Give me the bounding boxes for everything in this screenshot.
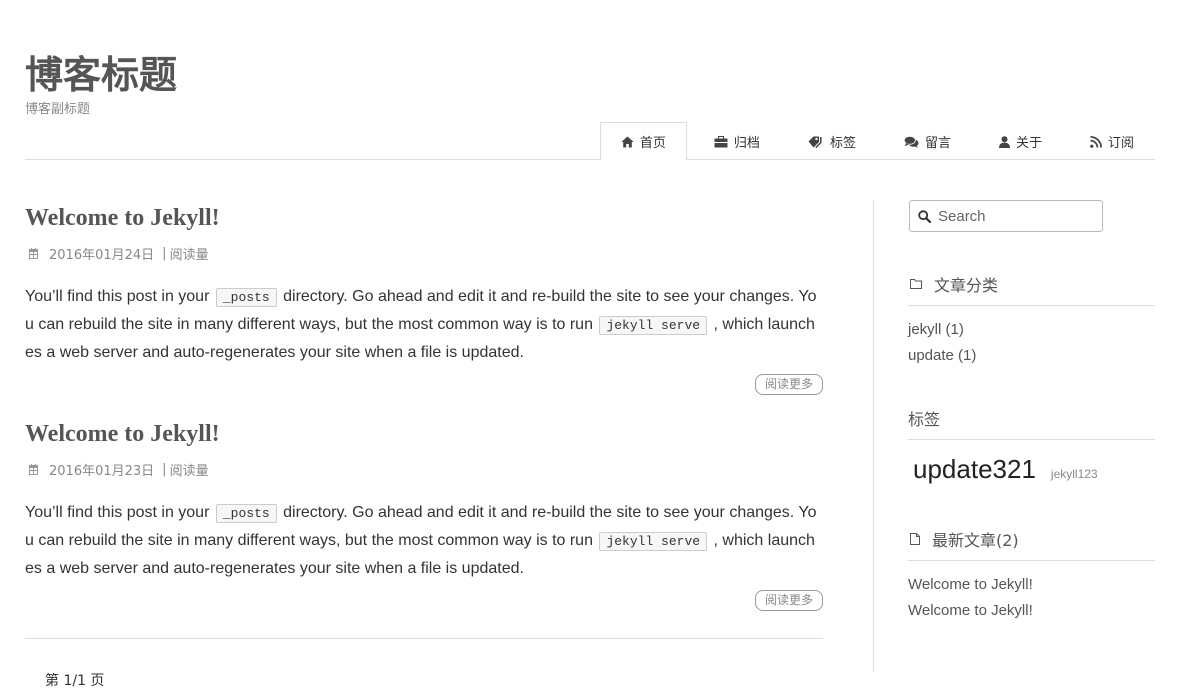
nav-tab-about[interactable]: 关于 (978, 122, 1063, 160)
post-excerpt: You’ll find this post in your _posts dir… (25, 499, 823, 582)
meta-separator: | (162, 245, 167, 261)
read-more-row: 阅读更多 (25, 590, 823, 611)
post-list: Welcome to Jekyll! 2016年01月24日 | 阅读量 You… (25, 200, 823, 630)
post-views-label: 阅读量 (169, 463, 209, 479)
pagination-label: 第 1/1 页 (45, 673, 105, 689)
recent-post-link[interactable]: Welcome to Jekyll! (908, 602, 1033, 619)
briefcase-icon (714, 135, 728, 148)
nav-tab-comments[interactable]: 留言 (883, 122, 972, 160)
post-meta: 2016年01月24日 | 阅读量 (25, 243, 823, 263)
widget-title: 最新文章(2) (908, 527, 1155, 561)
comments-icon (903, 135, 919, 148)
tag-cloud: update321 jekyll123 (908, 451, 1155, 487)
rss-icon (1090, 135, 1102, 148)
categories-widget: 文章分类 jekyll (1) update (1) (908, 272, 1155, 369)
sidebar: 文章分类 jekyll (1) update (1) 标签 update321 … (908, 200, 1155, 640)
category-link[interactable]: update (1) (908, 347, 976, 364)
nav-tab-home[interactable]: 首页 (599, 122, 687, 160)
meta-separator: | (162, 461, 167, 477)
read-more-row: 阅读更多 (25, 374, 823, 395)
widget-title: 文章分类 (908, 272, 1155, 306)
nav-tab-tags[interactable]: 标签 (787, 122, 877, 160)
inline-code: jekyll serve (599, 532, 708, 551)
tags-title: 标签 (908, 410, 941, 429)
recent-post-link[interactable]: Welcome to Jekyll! (908, 576, 1033, 593)
folder-icon (910, 279, 922, 289)
user-icon (998, 135, 1010, 148)
post-date: 2016年01月23日 (49, 463, 155, 479)
excerpt-text: You’ll find this post in your (25, 504, 210, 521)
tags-widget: 标签 update321 jekyll123 (908, 406, 1155, 487)
post-excerpt: You’ll find this post in your _posts dir… (25, 283, 823, 366)
home-icon (621, 136, 634, 148)
post-title[interactable]: Welcome to Jekyll! (25, 416, 823, 452)
inline-code: jekyll serve (599, 316, 708, 335)
category-link[interactable]: jekyll (1) (908, 321, 964, 338)
post-meta: 2016年01月23日 | 阅读量 (25, 459, 823, 479)
read-more-button[interactable]: 阅读更多 (754, 374, 823, 395)
sidebar-divider (873, 200, 874, 672)
nav-tab-label: 标签 (829, 136, 856, 151)
search-input[interactable] (938, 202, 1098, 230)
site-title[interactable]: 博客标题 (25, 50, 177, 100)
inline-code: _posts (215, 288, 277, 307)
post-date: 2016年01月24日 (49, 247, 155, 263)
post-views-label: 阅读量 (169, 247, 209, 263)
search-icon (918, 209, 931, 223)
tag-link[interactable]: jekyll123 (1051, 467, 1098, 481)
nav-tab-archive[interactable]: 归档 (693, 122, 781, 160)
recent-post-item[interactable]: Welcome to Jekyll! (908, 572, 1155, 598)
category-item[interactable]: jekyll (1) (908, 317, 1155, 343)
recent-posts-title: 最新文章(2) (932, 531, 1019, 550)
nav-tab-label: 订阅 (1107, 136, 1134, 151)
calendar-icon (29, 247, 38, 259)
nav-tab-subscribe[interactable]: 订阅 (1069, 122, 1155, 160)
read-more-button[interactable]: 阅读更多 (754, 590, 823, 611)
tag-link[interactable]: update321 (913, 451, 1036, 487)
posts-divider (25, 638, 823, 639)
widget-title: 标签 (908, 406, 1155, 440)
calendar-icon (29, 463, 38, 475)
category-list: jekyll (1) update (1) (908, 317, 1155, 369)
nav-tab-label: 归档 (733, 136, 760, 151)
recent-post-list: Welcome to Jekyll! Welcome to Jekyll! (908, 572, 1155, 624)
site-subtitle: 博客副标题 (25, 102, 91, 117)
post: Welcome to Jekyll! 2016年01月23日 | 阅读量 You… (25, 416, 823, 611)
nav-tab-label: 首页 (639, 136, 666, 151)
excerpt-text: You’ll find this post in your (25, 288, 210, 305)
category-item[interactable]: update (1) (908, 343, 1155, 369)
nav-tab-label: 关于 (1015, 136, 1042, 151)
recent-posts-widget: 最新文章(2) Welcome to Jekyll! Welcome to Je… (908, 527, 1155, 624)
post-title[interactable]: Welcome to Jekyll! (25, 200, 823, 236)
search-box[interactable] (909, 200, 1103, 232)
file-icon (910, 533, 920, 545)
tags-icon (808, 136, 824, 148)
categories-title: 文章分类 (934, 276, 999, 295)
post: Welcome to Jekyll! 2016年01月24日 | 阅读量 You… (25, 200, 823, 395)
nav-tab-label: 留言 (924, 136, 951, 151)
recent-post-item[interactable]: Welcome to Jekyll! (908, 598, 1155, 624)
inline-code: _posts (215, 504, 277, 523)
main-nav: 首页 归档 标签 留言 关于 订阅 (594, 122, 1155, 160)
